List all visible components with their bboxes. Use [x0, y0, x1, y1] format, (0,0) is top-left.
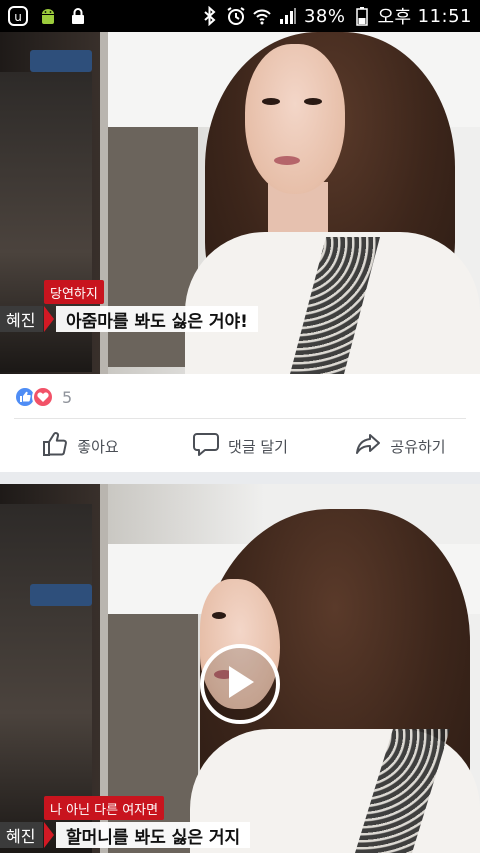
alarm-icon — [226, 6, 246, 26]
svg-text:u: u — [14, 10, 22, 24]
video-post: 나 아닌 다른 여자면 혜진 할머니를 봐도 싫은 거지 — [0, 484, 480, 853]
speaker-name: 혜진 — [0, 822, 44, 848]
speaker-name: 혜진 — [0, 306, 44, 332]
time-ampm: 오후 — [377, 7, 412, 28]
comment-bubble-icon — [192, 430, 220, 462]
android-icon — [38, 6, 58, 26]
love-reaction-icon — [32, 386, 54, 408]
play-icon — [223, 663, 257, 705]
battery-percent: 38% — [303, 5, 346, 27]
reaction-count: 5 — [62, 387, 73, 407]
post-video-frame[interactable]: 당연하지 혜진 아줌마를 봐도 싫은 거야! — [0, 32, 480, 374]
caption-tag: 나 아닌 다른 여자면 — [44, 796, 165, 820]
play-button[interactable] — [200, 644, 280, 724]
share-button[interactable]: 공유하기 — [320, 430, 480, 462]
share-arrow-icon — [354, 430, 382, 462]
video-post: 당연하지 혜진 아줌마를 봐도 싫은 거야! 5 좋아요 댓글 달기 공유하기 — [0, 32, 480, 472]
share-label: 공유하기 — [390, 437, 446, 456]
time: 11:51 — [417, 5, 472, 27]
reaction-summary[interactable]: 5 — [14, 384, 72, 410]
comment-button[interactable]: 댓글 달기 — [160, 430, 320, 462]
divider — [14, 418, 466, 419]
thumbs-up-icon — [41, 430, 69, 462]
comment-label: 댓글 달기 — [228, 437, 288, 456]
like-label: 좋아요 — [77, 437, 119, 456]
caption-tag: 당연하지 — [44, 280, 104, 304]
subtitle: 아줌마를 봐도 싫은 거야! — [56, 306, 258, 332]
lock-icon — [68, 6, 88, 26]
status-bar: u 38% 오후 11:51 — [0, 0, 480, 32]
wifi-icon — [252, 6, 272, 26]
like-button[interactable]: 좋아요 — [0, 430, 160, 462]
signal-icon — [278, 6, 298, 26]
bluetooth-icon — [200, 6, 220, 26]
subtitle: 할머니를 봐도 싫은 거지 — [56, 822, 251, 848]
battery-icon — [352, 6, 372, 26]
post-video-frame[interactable]: 나 아닌 다른 여자면 혜진 할머니를 봐도 싫은 거지 — [0, 484, 480, 853]
app-notification-icon: u — [8, 6, 28, 26]
post-action-bar: 좋아요 댓글 달기 공유하기 — [0, 427, 480, 465]
